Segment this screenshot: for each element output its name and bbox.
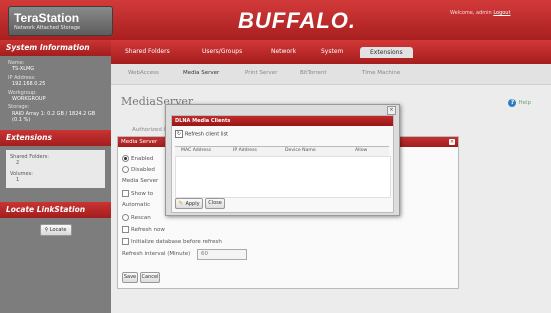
subtab-bittorrent[interactable]: BitTorrent [300,70,327,76]
column-mac: MAC Address [181,148,211,153]
apply-label: Apply [185,201,200,207]
refresh-icon: ↻ [175,130,183,138]
brand-box: TeraStation Network Attached Storage [8,6,113,36]
refresh-client-list-label: Refresh client list [185,131,229,138]
apply-button[interactable]: ✎ Apply [175,198,203,209]
show-to-label: Show to [131,191,154,197]
system-info-list: Name: TS-XLMG IP Address: 192.168.0.25 W… [0,56,111,130]
column-ip: IP Address [233,148,257,153]
refresh-interval-label: Refresh interval (Minute) [122,251,191,257]
show-to-option[interactable]: Show to [122,190,153,197]
info-value-workgroup: WORKGROUP [12,96,46,103]
extensions-heading: Extensions [0,129,111,146]
welcome-text: Welcome, admin Logout [450,10,510,16]
buffalo-logo: BUFFALO. [238,8,356,33]
pencil-icon: ✎ [178,200,184,207]
rescan-option[interactable]: Rescan [122,214,151,221]
sub-nav: WebAccess Media Server Print Server BitT… [111,64,551,85]
locate-button-label: Locate [49,226,67,233]
refresh-client-list-button[interactable]: ↻ Refresh client list [175,130,228,138]
info-value-storage: RAID Array 1: 0.2 GB / 1824.2 GB (0.1 %) [12,110,96,124]
sidebar: System Information Name: TS-XLMG IP Addr… [0,40,111,313]
dialog-body: DLNA Media Clients ↻ Refresh client list … [171,115,394,213]
refresh-now-option[interactable]: Refresh now [122,226,165,233]
init-db-label: Initialize database before refresh [131,239,222,245]
tab-users-groups[interactable]: Users/Groups [202,48,242,55]
close-button[interactable]: Close [205,198,225,209]
panel-close-icon[interactable]: × [449,139,455,145]
tab-extensions[interactable]: Extensions [360,47,413,58]
automatic-label: Automatic [122,202,151,208]
refresh-now-label: Refresh now [131,227,165,233]
volumes-count: 1 [16,177,20,184]
help-label: Help [518,100,531,106]
dialog-title: DLNA Media Clients [172,116,393,126]
locate-heading: Locate LinkStation [0,201,111,218]
enabled-option[interactable]: Enabled [122,155,153,162]
brand-subtitle: Network Attached Storage [14,25,81,31]
brand-name: TeraStation [14,11,80,25]
system-info-heading: System Information [0,40,111,56]
subtab-webaccess[interactable]: WebAccess [128,70,159,76]
tab-network[interactable]: Network [271,48,296,55]
search-icon: ⚲ [44,226,49,233]
radio-enabled[interactable] [122,155,129,162]
radio-disabled[interactable] [122,166,129,173]
logout-link[interactable]: Logout [493,10,510,16]
subtab-print-server[interactable]: Print Server [245,70,277,76]
dlna-clients-dialog: × DLNA Media Clients ↻ Refresh client lis… [165,104,400,216]
tab-shared-folders[interactable]: Shared Folders [125,48,170,55]
refresh-interval-row: Refresh interval (Minute) 60 [122,249,247,260]
info-value-name: TS-XLMG [12,66,35,73]
enabled-label: Enabled [131,156,154,162]
save-button[interactable]: Save [122,272,138,283]
init-db-option[interactable]: Initialize database before refresh [122,238,222,245]
locate-button[interactable]: ⚲ Locate [39,223,72,236]
info-value-ip: 192.168.0.25 [12,81,46,88]
checkbox-show-to[interactable] [122,190,129,197]
help-link[interactable]: ? Help [508,99,531,107]
top-header: TeraStation Network Attached Storage BUF… [0,0,551,40]
cancel-button[interactable]: Cancel [140,272,160,283]
main-nav: Shared Folders Users/Groups Network Syst… [111,40,551,64]
extensions-box: Shared Folders: 2 Volumes: 1 [6,149,105,188]
column-allow: Allow [355,148,368,153]
radio-rescan[interactable] [122,214,129,221]
column-device-name: Device Name [285,148,316,153]
subtab-media-server[interactable]: Media Server [183,70,219,76]
rescan-label: Rescan [131,215,151,221]
clients-table-body [175,156,391,198]
dialog-close-icon[interactable]: × [387,106,396,115]
tab-system[interactable]: System [321,48,343,55]
refresh-interval-input[interactable]: 60 [197,249,247,260]
welcome-label: Welcome, admin [450,10,492,16]
mode-label: Media Server [122,178,159,184]
help-icon: ? [508,99,517,107]
disabled-option[interactable]: Disabled [122,166,155,173]
disabled-label: Disabled [131,167,155,173]
subtab-time-machine[interactable]: Time Machine [362,70,400,76]
checkbox-init-db[interactable] [122,238,129,245]
checkbox-refresh-now[interactable] [122,226,129,233]
